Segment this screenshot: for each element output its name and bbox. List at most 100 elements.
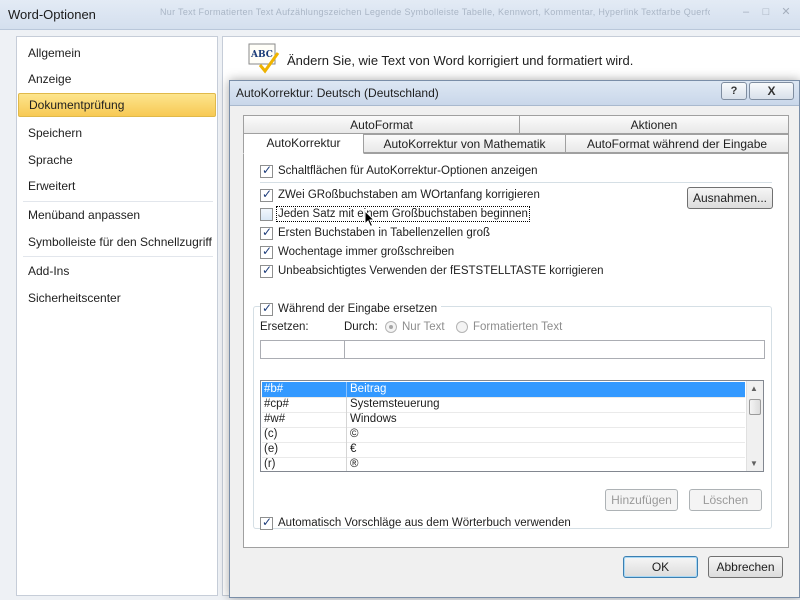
exceptions-button[interactable]: Ausnahmen... — [687, 187, 773, 209]
with-input[interactable] — [344, 340, 765, 359]
dialog-titlebar: AutoKorrektur: Deutsch (Deutschland) ? X — [230, 81, 799, 106]
option-table-cells-label: Ersten Buchstaben in Tabellenzellen groß — [278, 227, 491, 239]
ok-button[interactable]: OK — [623, 556, 698, 578]
option-capslock-checkbox[interactable] — [260, 263, 273, 278]
options-nav: Allgemein Anzeige Dokumentprüfung Speich… — [16, 36, 218, 596]
dialog-title: AutoKorrektur: Deutsch (Deutschland) — [236, 86, 439, 100]
add-button[interactable]: Hinzufügen — [605, 489, 678, 511]
list-item[interactable]: #b# Beitrag — [262, 382, 745, 397]
option-sentence-capital-label: Jeden Satz mit einem Großbuchstaben begi… — [276, 206, 530, 222]
mouse-cursor-icon — [364, 210, 376, 228]
suggestions-label: Automatisch Vorschläge aus dem Wörterbuc… — [278, 517, 571, 529]
nav-item-sicherheitscenter[interactable]: Sicherheitscenter — [18, 286, 216, 310]
show-buttons-label: Schaltflächen für AutoKorrektur-Optionen… — [278, 165, 538, 177]
option-capslock-label: Unbeabsichtigtes Verwenden der fESTSTELL… — [278, 265, 604, 277]
scroll-down-icon[interactable]: ▼ — [750, 459, 758, 468]
show-buttons-checkbox[interactable] — [260, 163, 273, 178]
nav-item-erweitert[interactable]: Erweitert — [18, 174, 216, 198]
radio-formatted-text-label: Formatierten Text — [473, 321, 563, 333]
list-item-from: (c) — [264, 428, 278, 440]
list-item-from: #cp# — [264, 398, 289, 410]
radio-formatted-text-row[interactable]: Formatierten Text — [456, 321, 562, 333]
delete-button[interactable]: Löschen — [689, 489, 762, 511]
panel-divider — [260, 182, 772, 183]
suggestions-checkbox-row[interactable]: Automatisch Vorschläge aus dem Wörterbuc… — [260, 515, 571, 531]
list-item-to: Systemsteuerung — [350, 398, 440, 410]
nav-item-menueband[interactable]: Menüband anpassen — [18, 203, 216, 227]
tab-autoformat[interactable]: AutoFormat — [243, 115, 520, 134]
list-item-to: Windows — [350, 413, 397, 425]
replacement-list[interactable]: #b# Beitrag #cp# Systemsteuerung #w# Win… — [260, 380, 764, 472]
list-item[interactable]: (e) € — [262, 442, 745, 457]
column-separator — [346, 397, 347, 412]
nav-item-schnellzugriff[interactable]: Symbolleiste für den Schnellzugriff — [18, 230, 216, 254]
window-titlebar: Word-Optionen Nur Text Formatierten Text… — [0, 0, 800, 30]
list-item-to: © — [350, 428, 359, 440]
dialog-close-button[interactable]: X — [749, 82, 794, 100]
radio-plain-text-row[interactable]: Nur Text — [385, 321, 445, 333]
radio-plain-text-label: Nur Text — [402, 321, 445, 333]
list-item[interactable]: (r) ® — [262, 457, 745, 471]
window-title: Word-Optionen — [8, 7, 96, 22]
scroll-thumb[interactable] — [749, 399, 761, 415]
list-item-from: (r) — [264, 458, 276, 470]
close-icon[interactable]: ✕ — [778, 4, 794, 20]
list-item[interactable]: #w# Windows — [262, 412, 745, 427]
option-two-capitals-checkbox[interactable] — [260, 187, 273, 202]
option-sentence-capital-row[interactable]: Jeden Satz mit einem Großbuchstaben begi… — [260, 206, 530, 222]
nav-divider — [23, 256, 213, 257]
nav-divider — [23, 201, 213, 202]
nav-item-addins[interactable]: Add-Ins — [18, 259, 216, 283]
list-item[interactable]: #cp# Systemsteuerung — [262, 397, 745, 412]
nav-item-allgemein[interactable]: Allgemein — [18, 41, 216, 65]
replace-while-typing-checkbox[interactable] — [260, 301, 273, 316]
column-separator — [346, 427, 347, 442]
list-item-from: (e) — [264, 443, 279, 455]
nav-item-anzeige[interactable]: Anzeige — [18, 67, 216, 91]
background-ribbon-text: Nur Text Formatierten Text Aufzählungsze… — [160, 7, 710, 17]
option-weekdays-row[interactable]: Wochentage immer großschreiben — [260, 244, 454, 260]
replace-while-typing-row[interactable]: Während der Eingabe ersetzen — [260, 301, 442, 317]
maximize-icon[interactable]: □ — [758, 4, 774, 20]
help-button[interactable]: ? — [721, 82, 747, 100]
show-buttons-checkbox-row[interactable]: Schaltflächen für AutoKorrektur-Optionen… — [260, 163, 538, 179]
abc-check-icon: ABC — [248, 43, 280, 74]
option-table-cells-checkbox[interactable] — [260, 225, 273, 240]
list-scrollbar[interactable]: ▲ ▼ — [746, 381, 763, 471]
cancel-button[interactable]: Abbrechen — [708, 556, 783, 578]
radio-formatted-text[interactable] — [456, 321, 468, 333]
option-weekdays-checkbox[interactable] — [260, 244, 273, 259]
autocorrect-dialog: AutoKorrektur: Deutsch (Deutschland) ? X… — [229, 80, 800, 598]
tab-aktionen[interactable]: Aktionen — [519, 115, 789, 134]
list-item[interactable]: (c) © — [262, 427, 745, 442]
option-weekdays-label: Wochentage immer großschreiben — [278, 246, 455, 258]
option-sentence-capital-checkbox[interactable] — [260, 207, 273, 221]
scroll-up-icon[interactable]: ▲ — [750, 384, 758, 393]
tab-autokorrektur[interactable]: AutoKorrektur — [243, 133, 364, 154]
option-capslock-row[interactable]: Unbeabsichtigtes Verwenden der fESTSTELL… — [260, 263, 604, 279]
replace-input[interactable] — [260, 340, 345, 359]
column-separator — [346, 412, 347, 427]
column-separator — [346, 442, 347, 457]
nav-item-speichern[interactable]: Speichern — [18, 121, 216, 145]
nav-item-sprache[interactable]: Sprache — [18, 148, 216, 172]
tab-autokorrektur-mathematik[interactable]: AutoKorrektur von Mathematik — [363, 134, 566, 153]
abc-text: ABC — [250, 50, 273, 60]
tab-autoformat-eingabe[interactable]: AutoFormat während der Eingabe — [565, 134, 789, 153]
page-heading: Ändern Sie, wie Text von Word korrigiert… — [287, 53, 634, 68]
list-item-to: Beitrag — [350, 383, 387, 395]
with-label: Durch: — [344, 321, 378, 333]
minimize-icon[interactable]: – — [738, 4, 754, 20]
list-item-to: € — [350, 443, 357, 455]
replace-while-typing-label: Während der Eingabe ersetzen — [278, 303, 438, 315]
option-two-capitals-label: ZWei GRoßbuchstaben am WOrtanfang korrig… — [278, 189, 540, 201]
suggestions-checkbox[interactable] — [260, 515, 273, 530]
column-separator — [346, 382, 347, 397]
window-controls: – □ ✕ — [738, 4, 794, 20]
list-item-from: #w# — [264, 413, 286, 425]
list-item-to: ® — [350, 458, 359, 470]
radio-plain-text[interactable] — [385, 321, 397, 333]
nav-item-dokumentpruefung[interactable]: Dokumentprüfung — [18, 93, 216, 117]
replace-label: Ersetzen: — [260, 321, 309, 333]
option-two-capitals-row[interactable]: ZWei GRoßbuchstaben am WOrtanfang korrig… — [260, 187, 540, 203]
